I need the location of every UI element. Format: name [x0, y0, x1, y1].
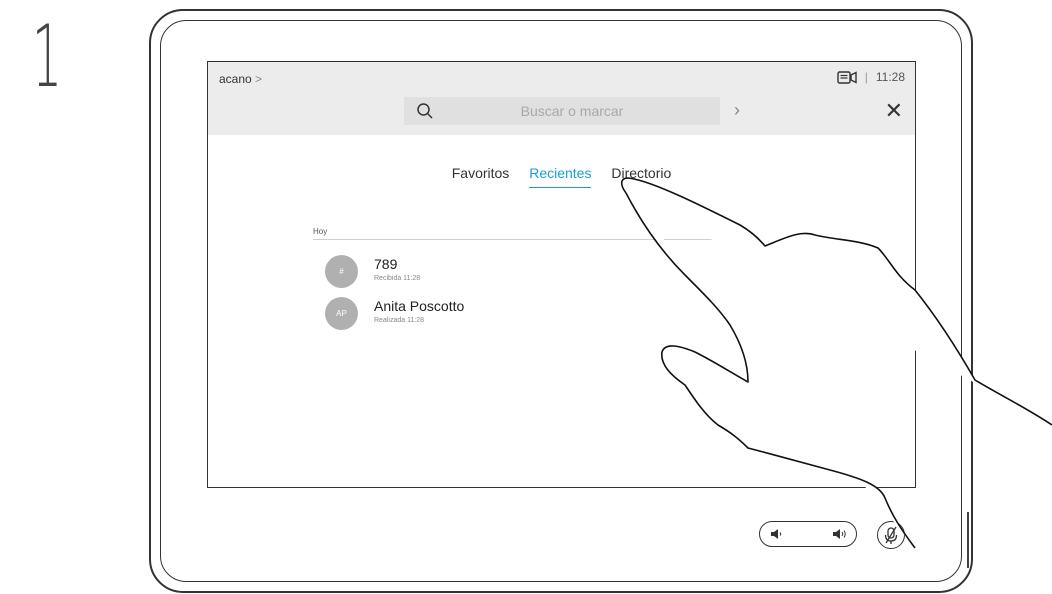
- top-bar: acano > | 11:28 Buscar o marcar › ✕: [208, 62, 915, 135]
- tab-directorio[interactable]: Directorio: [611, 165, 671, 187]
- close-icon[interactable]: ✕: [885, 98, 903, 124]
- brand-label: acano: [219, 72, 252, 86]
- tab-bar: Favoritos Recientes Directorio: [208, 165, 915, 188]
- microphone-mute-icon: [884, 526, 898, 544]
- entry-detail: Recibida 11:28: [374, 275, 421, 282]
- touch-screen: acano > | 11:28 Buscar o marcar › ✕ Favo…: [207, 61, 916, 488]
- volume-up-icon[interactable]: [832, 526, 848, 542]
- brand-chevron-icon: >: [255, 72, 263, 86]
- entry-name: 789: [374, 256, 398, 272]
- search-placeholder: Buscar o marcar: [520, 103, 624, 119]
- chevron-right-icon[interactable]: ›: [734, 100, 740, 121]
- status-separator: |: [864, 70, 868, 84]
- brand-link[interactable]: acano >: [219, 72, 262, 86]
- status-area: | 11:28: [837, 70, 905, 84]
- entry-name: Anita Poscotto: [374, 298, 465, 314]
- avatar: #: [325, 255, 358, 288]
- entry-detail: Realizada 11:28: [374, 317, 425, 324]
- search-input[interactable]: Buscar o marcar: [404, 97, 720, 125]
- microphone-mute-button[interactable]: [877, 521, 905, 549]
- camera-self-view-icon[interactable]: [837, 70, 857, 84]
- group-divider: [313, 239, 733, 240]
- group-label: Hoy: [313, 227, 328, 236]
- clock-time: 11:28: [875, 70, 905, 84]
- tab-recientes[interactable]: Recientes: [529, 165, 592, 188]
- avatar: AP: [325, 297, 358, 330]
- volume-control[interactable]: [759, 521, 857, 547]
- volume-down-icon[interactable]: [769, 526, 783, 542]
- step-number: 1: [32, 7, 63, 107]
- tab-favoritos[interactable]: Favoritos: [452, 165, 510, 187]
